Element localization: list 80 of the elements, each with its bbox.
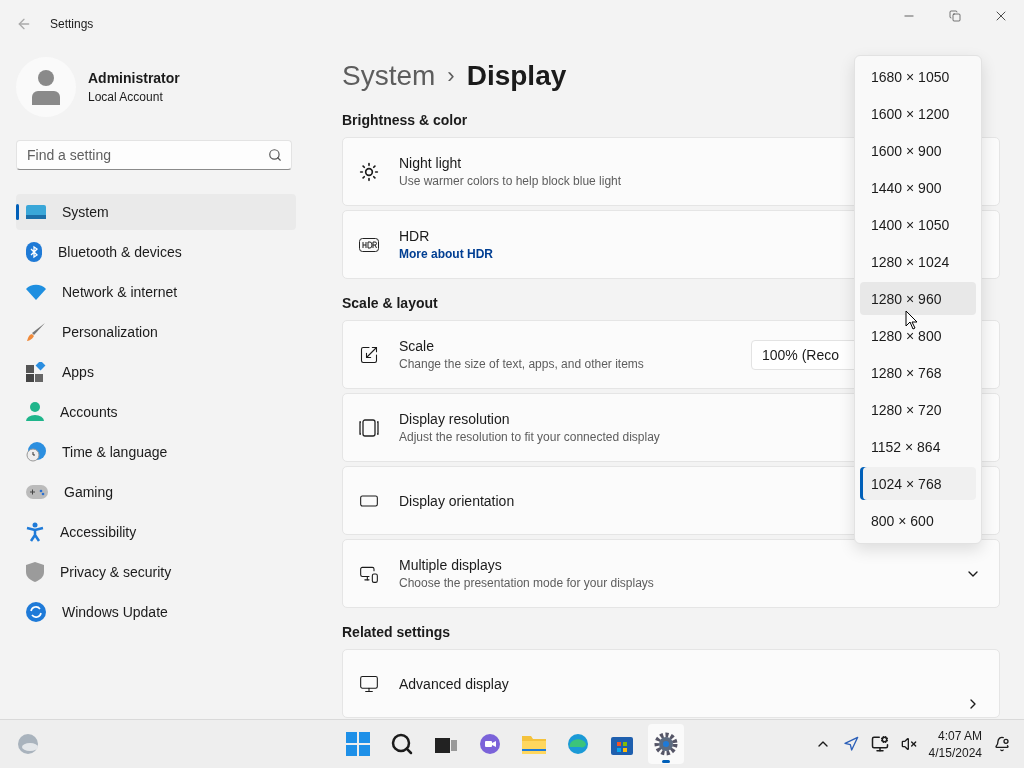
wifi-icon	[26, 284, 46, 300]
card-description: Use warmer colors to help block blue light	[399, 174, 622, 188]
location-icon[interactable]	[842, 736, 859, 752]
apps-icon	[26, 362, 46, 382]
sidebar-item[interactable]: Gaming	[16, 474, 296, 510]
menu-item[interactable]: 1600 × 900	[860, 134, 976, 167]
windows-logo-icon	[346, 732, 370, 756]
sidebar-item[interactable]: Apps	[16, 354, 296, 390]
card-title: Multiple displays	[399, 557, 503, 573]
sun-icon	[359, 161, 379, 182]
card-title: HDR	[399, 228, 431, 244]
taskbar-app[interactable]	[648, 724, 684, 764]
sidebar-item[interactable]: Bluetooth & devices	[16, 234, 296, 270]
sidebar-item[interactable]: Accessibility	[16, 514, 296, 550]
more-link[interactable]: More about HDR	[399, 247, 493, 261]
search-icon	[268, 148, 282, 162]
restore-icon[interactable]	[949, 10, 961, 22]
volume-muted-icon[interactable]	[900, 736, 917, 752]
clock-date[interactable]: 4/15/2024	[928, 745, 982, 760]
chat-icon	[479, 733, 501, 755]
accessibility-icon	[26, 522, 44, 542]
card-title: Display resolution	[399, 411, 511, 427]
monitor-icon	[359, 673, 379, 694]
menu-item[interactable]: 1400 × 1050	[860, 208, 976, 241]
sidebar-item[interactable]: Privacy & security	[16, 554, 296, 590]
card-title: Scale	[399, 338, 436, 354]
network-icon[interactable]	[870, 735, 889, 753]
scale-icon	[359, 344, 379, 365]
account-type: Local Account	[88, 90, 164, 104]
task-view-icon	[435, 735, 457, 753]
card-title: Advanced display	[399, 675, 509, 692]
menu-item[interactable]: 800 × 600	[860, 504, 976, 537]
browser-icon	[567, 733, 589, 755]
menu-item[interactable]: 1680 × 1050	[860, 60, 976, 93]
card-description: Change the size of text, apps, and other items	[399, 357, 644, 371]
notification-icon[interactable]	[994, 736, 1010, 752]
monitor-icon	[26, 204, 46, 220]
section-title: Brightness & color	[342, 112, 468, 128]
card-description: Choose the presentation mode for your displays	[399, 576, 654, 590]
page-title: Display	[466, 60, 567, 92]
breadcrumb-link[interactable]: System	[342, 60, 436, 92]
gamepad-icon	[26, 485, 48, 499]
menu-item[interactable]: 1440 × 900	[860, 171, 976, 204]
person-icon	[26, 402, 44, 422]
hdr-icon	[359, 237, 379, 252]
sidebar-item[interactable]: Accounts	[16, 394, 296, 430]
folder-icon	[522, 734, 546, 754]
menu-item[interactable]: 1280 × 720	[860, 393, 976, 426]
menu-item[interactable]: 1600 × 1200	[860, 97, 976, 130]
section-title: Scale & layout	[342, 295, 438, 311]
sidebar-item[interactable]: Personalization	[16, 314, 296, 350]
sidebar-item[interactable]: Windows Update	[16, 594, 296, 630]
resolution-icon	[359, 418, 379, 437]
sidebar-item[interactable]: Network & internet	[16, 274, 296, 310]
window-title: Settings	[50, 17, 94, 31]
menu-item[interactable]: 1152 × 864	[860, 430, 976, 463]
menu-item[interactable]: 1280 × 960	[860, 282, 976, 315]
search-icon	[390, 732, 414, 756]
settings-card[interactable]: Advanced display	[342, 649, 1000, 718]
gear-icon	[654, 732, 678, 756]
card-description: Adjust the resolution to fit your connected display	[399, 430, 660, 444]
globe-clock-icon	[26, 442, 46, 462]
cursor-icon	[905, 310, 918, 330]
clock-time[interactable]: 4:07 AM	[937, 728, 982, 743]
menu-item[interactable]: 1024 × 768	[860, 467, 976, 500]
search-field[interactable]: Find a setting	[16, 140, 292, 170]
shield-icon	[26, 562, 44, 582]
card-title: Display orientation	[399, 492, 515, 509]
sidebar-item[interactable]: System	[16, 194, 296, 230]
section-title: Related settings	[342, 624, 451, 640]
card-title: Night light	[399, 155, 463, 171]
user-name: Administrator	[88, 70, 180, 86]
breadcrumb-separator: ›	[447, 63, 455, 89]
person-icon	[31, 69, 61, 105]
settings-card[interactable]: Multiple displays Choose the presentation mode for your displays	[342, 539, 1000, 608]
bluetooth-icon	[26, 242, 42, 262]
sync-icon	[26, 602, 46, 622]
menu-item[interactable]: 1280 × 1024	[860, 245, 976, 278]
sidebar-item[interactable]: Time & language	[16, 434, 296, 470]
brush-icon	[26, 322, 46, 342]
